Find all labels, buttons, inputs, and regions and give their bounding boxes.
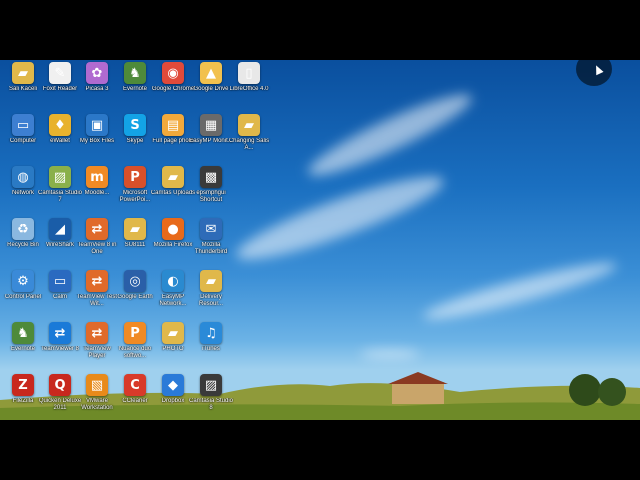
- teamviewer-icon: ⇄: [49, 322, 71, 344]
- desktop-icon[interactable]: P Microsoft PowerPoi...: [116, 166, 154, 216]
- desktop-icon[interactable]: P Nuance duo softwo...: [116, 322, 154, 372]
- network-icon: ◍: [12, 166, 34, 188]
- desktop-icon[interactable]: ▯ LibreOffice 4.0: [230, 62, 268, 112]
- computer-icon: ▭: [12, 114, 34, 136]
- ewallet-icon: ♦: [49, 114, 71, 136]
- desktop-icon[interactable]: ♞ Evernote: [116, 62, 154, 112]
- desktop-icon[interactable]: ▲ Google Drive: [192, 62, 230, 112]
- teamviewer-icon: ⇄: [86, 322, 108, 344]
- filezilla-icon: Z: [12, 374, 34, 396]
- desktop-icon-label: iTunes: [202, 346, 220, 352]
- desktop-icon[interactable]: ✉ Mozilla Thunderbird: [192, 218, 230, 268]
- teamviewer-icon: ⇄: [86, 218, 108, 240]
- desktop-icon[interactable]: ⇄ TeamView Player: [78, 322, 116, 372]
- box-files-icon: ▣: [86, 114, 108, 136]
- firefox-icon: ●: [162, 218, 184, 240]
- quicken-icon: Q: [49, 374, 71, 396]
- itunes-icon: ♫: [200, 322, 222, 344]
- desktop-icon[interactable]: m Moodle...: [78, 166, 116, 216]
- google-earth-icon: ◎: [124, 270, 146, 292]
- teamviewer-icon: ⇄: [86, 270, 108, 292]
- folder-icon: ▰: [162, 166, 184, 188]
- desktop-icon[interactable]: ▰ Camtas Uploads: [151, 166, 195, 216]
- desktop-icon[interactable]: Z FileZilla: [4, 374, 42, 420]
- control-panel-icon: ⚙: [12, 270, 34, 292]
- chrome-icon: ◉: [162, 62, 184, 84]
- folder-icon: ▰: [124, 218, 146, 240]
- desktop-icon[interactable]: ♫ iTunes: [192, 322, 230, 372]
- desktop-icon[interactable]: C CCleaner: [116, 374, 154, 420]
- desktop-icon-label: Mozilla Thunderbird: [194, 242, 228, 255]
- desktop-icon[interactable]: ◐ EasyMP Network...: [154, 270, 192, 320]
- camtasia-icon: ▨: [49, 166, 71, 188]
- evernote-icon: ♞: [124, 62, 146, 84]
- desktop-icon-label: Camtasia Studio 8: [188, 398, 234, 411]
- evernote-icon: ♞: [12, 322, 34, 344]
- desktop-icon[interactable]: ▧ VMware Workstation: [78, 374, 116, 420]
- google-drive-icon: ▲: [200, 62, 222, 84]
- desktop-icon[interactable]: ▰ Changing Salis A...: [229, 114, 269, 164]
- desktop-icon[interactable]: ◆ Dropbox: [154, 374, 192, 420]
- recycle-bin-icon: ♻: [12, 218, 34, 240]
- folder-icon: ▰: [12, 62, 34, 84]
- desktop-icon[interactable]: ▨ Camtasia Studio 8: [189, 374, 233, 420]
- desktop-icon-label: Changing Salis A...: [228, 138, 270, 151]
- libreoffice-icon: ▯: [238, 62, 260, 84]
- nuance-icon: P: [124, 322, 146, 344]
- desktop-icon[interactable]: ▰ PHOTO: [154, 322, 192, 372]
- desktop-icon-label: epsmphgui Shortcut: [196, 190, 226, 203]
- cloud: [230, 163, 450, 273]
- desktop-icon[interactable]: ✿ Picasa 3: [78, 62, 116, 112]
- folder-icon: ▰: [238, 114, 260, 136]
- skype-icon: S: [124, 114, 146, 136]
- epson-icon: ▩: [200, 166, 222, 188]
- cloud: [420, 254, 620, 328]
- desktop-icon[interactable]: Q Quicken Deluxe 2011: [39, 374, 81, 420]
- moodle-icon: m: [86, 166, 108, 188]
- cloud: [302, 83, 478, 187]
- desktop-icon[interactable]: ▣ My Box Files: [78, 114, 116, 164]
- folder-icon: ▰: [200, 270, 222, 292]
- cloud: [360, 350, 420, 358]
- desktop-icon[interactable]: ▩ epsmphgui Shortcut: [192, 166, 230, 216]
- desktop-icon[interactable]: ⇄ TeamView Test Wit...: [77, 270, 117, 320]
- dropbox-icon: ◆: [162, 374, 184, 396]
- camtasia-icon: ▨: [200, 374, 222, 396]
- desktop-icon[interactable]: ▰ Delivery Resour...: [192, 270, 230, 320]
- desktop-icon[interactable]: S Skype: [116, 114, 154, 164]
- desktop: ▰ Sali Kaceli ✎ Foxit Reader ✿ Picasa 3 ♞ Evern…: [0, 60, 640, 420]
- desktop-icon[interactable]: ● Mozilla Firefox: [154, 218, 192, 268]
- powerpoint-icon: P: [124, 166, 146, 188]
- calm-icon: ▭: [49, 270, 71, 292]
- picasa-icon: ✿: [86, 62, 108, 84]
- desktop-icon[interactable]: ▦ EasyMP Monit...: [189, 114, 233, 164]
- vmware-icon: ▧: [86, 374, 108, 396]
- desktop-icon-label: Delivery Resour...: [198, 294, 223, 307]
- desktop-icon[interactable]: ⇄ TeamView 8 in One: [78, 218, 116, 268]
- folder-icon: ▰: [162, 322, 184, 344]
- screenshot-icon: ▤: [162, 114, 184, 136]
- desktop-icon[interactable]: ▤ Full page photo: [152, 114, 194, 164]
- thunderbird-icon: ✉: [200, 218, 222, 240]
- ccleaner-icon: C: [124, 374, 146, 396]
- desktop-icon[interactable]: ◉ Google Chrome: [152, 62, 194, 112]
- wireshark-icon: ◢: [49, 218, 71, 240]
- easymp-network-icon: ◐: [162, 270, 184, 292]
- desktop-icon-label: LibreOffice 4.0: [229, 86, 269, 92]
- desktop-icon[interactable]: ▰ SU8111: [116, 218, 154, 268]
- foxit-reader-icon: ✎: [49, 62, 71, 84]
- desktop-icon[interactable]: ◎ Google Earth: [116, 270, 154, 320]
- easymp-icon: ▦: [200, 114, 222, 136]
